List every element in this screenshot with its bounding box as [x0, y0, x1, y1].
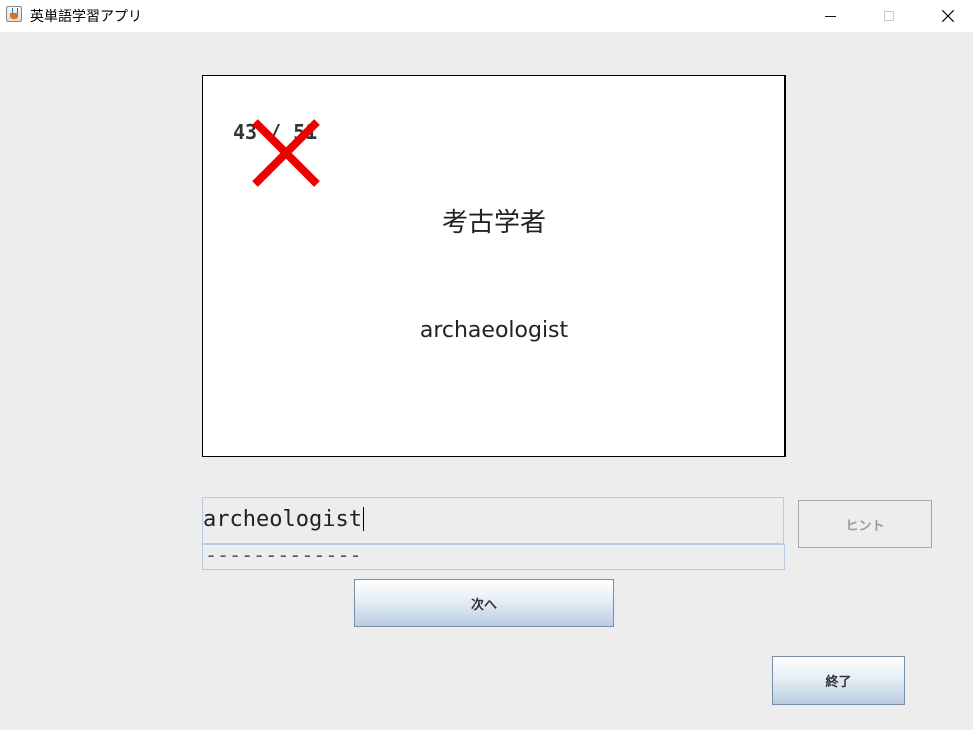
title-bar: 英単語学習アプリ: [0, 0, 973, 32]
answer-input[interactable]: archeologist: [202, 497, 784, 544]
answer-text: archeologist: [203, 507, 362, 532]
incorrect-x-icon: [252, 119, 320, 187]
maximize-icon: [884, 11, 894, 21]
flash-card: 43 / 51 考古学者 archaeologist: [202, 75, 786, 457]
next-button[interactable]: 次へ: [354, 579, 614, 627]
hint-display: -------------: [202, 544, 785, 570]
minimize-button[interactable]: [807, 0, 853, 32]
close-button[interactable]: [925, 0, 971, 32]
java-cup-icon: [6, 6, 22, 22]
maximize-button[interactable]: [866, 0, 912, 32]
japanese-word: 考古学者: [441, 208, 546, 238]
quit-button[interactable]: 終了: [772, 656, 905, 705]
correct-answer: archaeologist: [419, 318, 569, 343]
close-icon: [942, 10, 954, 22]
hint-button[interactable]: ヒント: [798, 500, 932, 548]
text-caret: [362, 507, 364, 531]
window-title: 英単語学習アプリ: [30, 9, 142, 25]
minimize-icon: [824, 15, 836, 17]
